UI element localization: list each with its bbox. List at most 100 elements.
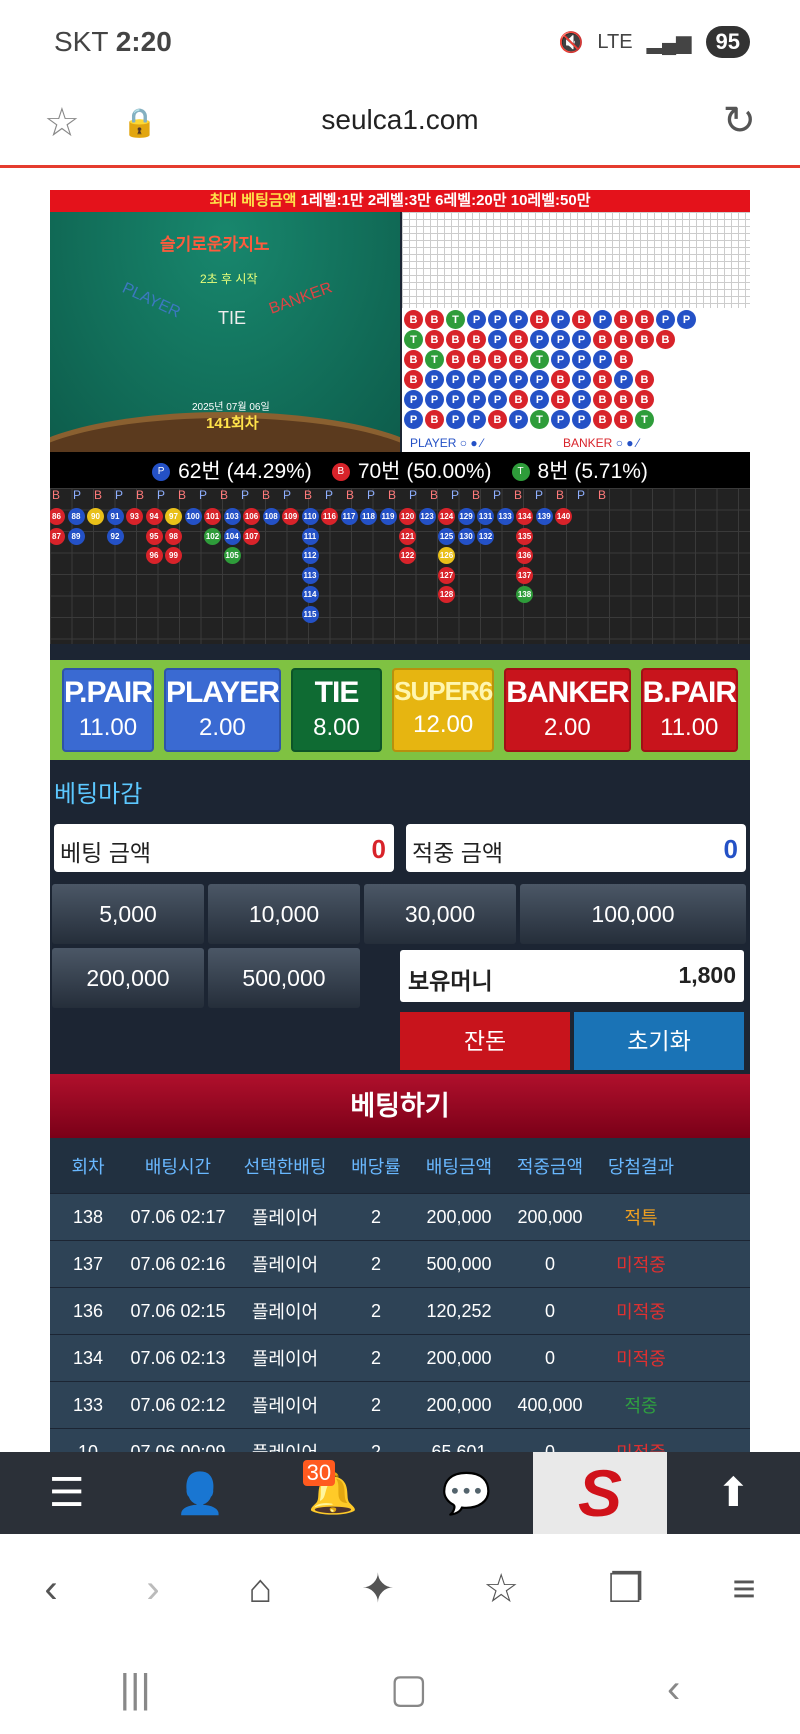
win-amount-value: 0 [723,834,738,864]
history-cell: 미적중 [616,1255,666,1275]
bet-banker-button[interactable]: BANKER 2.00 [504,668,631,752]
home-icon[interactable]: ⌂ [248,1567,272,1612]
bead-ball: B [593,370,612,389]
road-ball: 125 [438,527,455,545]
history-cell: 0 [544,1253,555,1274]
bead-ball: P [488,370,507,389]
battery-badge: 95 [705,26,750,58]
bet-odds: 12.00 [413,711,474,738]
bet-tie-button[interactable]: TIE 8.00 [290,668,383,752]
road-ball: 105 [223,547,241,564]
road-ball: 110 [301,508,319,525]
chat-icon[interactable]: 💬 [400,1452,533,1534]
max-bet-banner: 최대 베팅금액 1레벨:1만 2레벨:3만 6레벨:20만 10레벨:50만 [50,190,750,212]
road-ball: 136 [516,547,533,564]
back-icon[interactable]: ‹ [44,1567,57,1612]
big-road-grid [402,212,750,308]
system-back-icon[interactable]: ‹ [667,1667,680,1712]
history-cell: 플레이어 [251,1208,319,1228]
road-ball: 103 [223,508,241,525]
url-text[interactable]: seulca1.com [0,104,800,136]
bead-ball: T [446,310,465,329]
carrier: SKT [54,26,108,57]
bead-ball: P [488,390,507,409]
tie-stat: 8번 (5.71%) [537,460,648,483]
reload-icon[interactable]: ↻ [722,98,756,144]
road-ball: 104 [223,527,241,545]
forward-icon[interactable]: › [146,1567,159,1612]
bead-ball: B [425,410,444,429]
history-cell: 10 [77,1441,99,1453]
bead-ball [677,350,696,369]
bead-ball: B [551,370,570,389]
bead-ball: P [467,370,486,389]
bead-ball: P [572,390,591,409]
road-ball: 107 [243,527,260,545]
bet-odds: 11.00 [660,714,719,741]
history-row: 10 07.06 00:09 플레이어 2 65,601 0 미적중 [50,1429,750,1452]
bet-amount-value: 0 [371,834,386,864]
bet-super6-button[interactable]: SUPER6 12.00 [392,668,495,752]
recents-icon[interactable]: ||| [120,1667,151,1712]
user-icon[interactable]: 👤 [133,1452,266,1534]
road-header-cell: P [451,488,460,502]
history-row: 134 07.06 02:13 플레이어 2 200,000 0 미적중 [50,1335,750,1382]
road-ball: 94 [145,508,163,525]
bead-ball: B [446,330,465,349]
bead-ball [656,370,675,389]
home-button-icon[interactable]: ▢ [390,1666,428,1712]
chip-10000[interactable]: 10,000 [208,884,360,944]
bead-ball [677,330,696,349]
chip-200000[interactable]: 200,000 [52,948,204,1008]
site-logo[interactable]: S [533,1452,667,1534]
bet-name: SUPER6 [394,676,493,706]
menu-lines-icon[interactable]: ≡ [732,1567,755,1612]
road-header-cell: B [556,488,565,502]
bookmarks-icon[interactable]: ☆ [483,1566,519,1612]
scoreboard-legend: PLAYER ○ ● ⁄ BANKER ○ ● ⁄ [402,434,750,452]
baccarat-game: 최대 베팅금액 1레벨:1만 2레벨:3만 6레벨:20만 10레벨:50만 슬… [50,190,750,1452]
history-header-cell: 회차 [71,1156,105,1177]
road-ball: 123 [418,508,436,525]
bead-ball [677,370,696,389]
menu-icon[interactable]: ☰ [0,1452,133,1534]
chip-30000[interactable]: 30,000 [364,884,516,944]
history-cell: 120,252 [426,1300,492,1321]
bell-icon[interactable]: 🔔 30 [267,1452,400,1534]
bead-ball: B [572,310,591,329]
bead-ball: B [404,370,423,389]
bet-player-button[interactable]: PLAYER 2.00 [163,668,281,752]
bead-ball: P [530,370,549,389]
sparkle-icon[interactable]: ✦ [361,1566,395,1612]
road-ball: 102 [204,527,221,545]
road-ball: 138 [516,586,533,603]
place-bet-button[interactable]: 베팅하기 [50,1074,750,1138]
road-ball: 87 [50,527,65,545]
history-cell: 미적중 [594,1439,688,1452]
tabs-icon[interactable]: ❐ [608,1566,644,1612]
road-ball: 134 [516,508,533,525]
bet-bpair-button[interactable]: B.PAIR 11.00 [640,668,738,752]
history-cell: 07.06 02:16 [130,1253,226,1274]
change-button[interactable]: 잔돈 [400,1012,570,1070]
history-cell: 136 [72,1300,104,1321]
bead-ball: P [572,370,591,389]
road-ball: 97 [165,508,182,525]
chip-5000[interactable]: 5,000 [52,884,204,944]
table-player-text: PLAYER [119,279,183,322]
bead-ball: B [635,330,654,349]
history-header-cell: 적중금액 [516,1156,584,1177]
reset-button[interactable]: 초기화 [574,1012,744,1070]
road-header-cell: B [94,488,103,502]
history-header-cell: 배팅시간 [144,1156,212,1177]
scroll-top-icon[interactable]: ⬆ [667,1452,800,1534]
road-header-cell: P [535,488,544,502]
road-ball: 92 [106,527,124,545]
road-header-cell: B [136,488,145,502]
bet-ppair-button[interactable]: P.PAIR 11.00 [62,668,154,752]
bead-ball: B [404,350,423,369]
history-cell: 2 [370,1253,381,1274]
bead-ball: B [467,350,486,369]
chip-500000[interactable]: 500,000 [208,948,360,1008]
chip-100000[interactable]: 100,000 [520,884,746,944]
